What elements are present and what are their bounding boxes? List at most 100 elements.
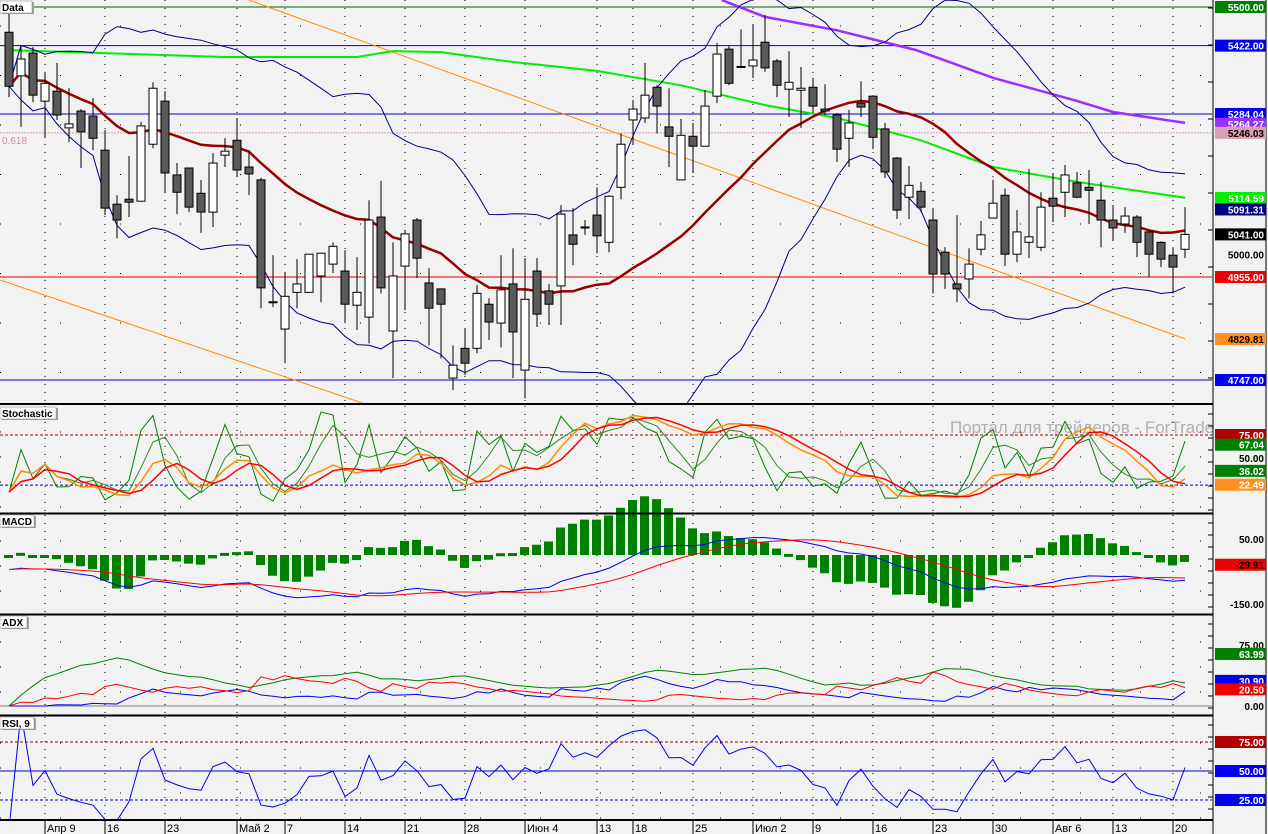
candle-bullish[interactable]: [1180, 233, 1190, 250]
candle-bullish[interactable]: [784, 81, 794, 90]
candle-bullish[interactable]: [604, 195, 614, 243]
candle-bearish[interactable]: [928, 219, 938, 275]
candle-bullish[interactable]: [388, 275, 398, 332]
candle-bullish[interactable]: [280, 295, 290, 330]
candle-bearish[interactable]: [160, 100, 170, 174]
candle-bearish[interactable]: [760, 41, 770, 69]
candle-bullish[interactable]: [676, 134, 686, 181]
candle-bearish[interactable]: [52, 90, 62, 116]
candle-bearish[interactable]: [100, 149, 110, 209]
candle-bullish[interactable]: [328, 245, 338, 265]
candle-bearish[interactable]: [1000, 194, 1010, 255]
candle-bearish[interactable]: [76, 110, 86, 133]
candle-bearish[interactable]: [724, 48, 734, 84]
candle-bearish[interactable]: [808, 86, 818, 107]
candle-bullish[interactable]: [1060, 174, 1070, 193]
candle-bearish[interactable]: [88, 115, 98, 139]
candle-bullish[interactable]: [496, 289, 506, 324]
candle-bullish[interactable]: [520, 298, 530, 371]
candle-bearish[interactable]: [112, 203, 122, 221]
candle-bearish[interactable]: [1048, 197, 1058, 207]
candle-bearish[interactable]: [592, 214, 602, 237]
candle-bearish[interactable]: [412, 219, 422, 259]
candle-bearish[interactable]: [1096, 199, 1106, 221]
candle-bearish[interactable]: [376, 216, 386, 289]
candle-bullish[interactable]: [1024, 236, 1034, 243]
candle-bullish[interactable]: [136, 125, 146, 202]
candle-bullish[interactable]: [748, 59, 758, 67]
candle-bearish[interactable]: [4, 31, 14, 87]
candle-bearish[interactable]: [1132, 216, 1142, 243]
candle-bearish[interactable]: [1144, 231, 1154, 255]
candle-bullish[interactable]: [988, 202, 998, 219]
candle-bullish[interactable]: [64, 123, 74, 129]
candle-bullish[interactable]: [472, 292, 482, 349]
candle-bullish[interactable]: [1012, 231, 1022, 255]
candle-bearish[interactable]: [664, 126, 674, 137]
candle-bearish[interactable]: [436, 288, 446, 305]
candle-bullish[interactable]: [400, 233, 410, 267]
candle-bullish[interactable]: [964, 263, 974, 280]
candle-bullish[interactable]: [16, 58, 26, 77]
candle-bearish[interactable]: [424, 282, 434, 309]
candle-bearish[interactable]: [892, 157, 902, 211]
candle-bearish[interactable]: [460, 347, 470, 364]
candle-bearish[interactable]: [544, 290, 554, 305]
candle-bullish[interactable]: [1036, 206, 1046, 248]
candle-bearish[interactable]: [832, 114, 842, 150]
candle-bearish[interactable]: [880, 128, 890, 173]
candle-bearish[interactable]: [1072, 182, 1082, 198]
candle-bullish[interactable]: [844, 122, 854, 139]
candle-bullish[interactable]: [700, 105, 710, 147]
candle-bearish[interactable]: [124, 198, 134, 203]
candle-bearish[interactable]: [244, 166, 254, 175]
candle-bullish[interactable]: [316, 252, 326, 277]
candle-bearish[interactable]: [484, 303, 494, 323]
trading-chart[interactable]: Портал для трейдеров - ForTrader.ru 0.61…: [0, 0, 1268, 834]
candle-bearish[interactable]: [652, 86, 662, 107]
candle-bullish[interactable]: [304, 253, 314, 293]
candle-bullish[interactable]: [640, 94, 650, 119]
candle-bearish[interactable]: [508, 283, 518, 333]
candle-bullish[interactable]: [208, 162, 218, 213]
candle-bearish[interactable]: [772, 60, 782, 86]
candle-bearish[interactable]: [532, 270, 542, 315]
candle-bearish[interactable]: [1156, 241, 1166, 260]
candle-bullish[interactable]: [976, 234, 986, 250]
candle-bullish[interactable]: [352, 291, 362, 306]
candle-bullish[interactable]: [796, 87, 806, 91]
candle-bullish[interactable]: [616, 143, 626, 188]
candle-bullish[interactable]: [148, 87, 158, 145]
candle-bullish[interactable]: [448, 364, 458, 379]
candle-bearish[interactable]: [580, 226, 590, 229]
candle-bearish[interactable]: [952, 283, 962, 290]
candle-bearish[interactable]: [736, 65, 746, 68]
candle-bearish[interactable]: [172, 174, 182, 193]
candle-bearish[interactable]: [1168, 254, 1178, 268]
candle-bullish[interactable]: [364, 219, 374, 318]
candle-bearish[interactable]: [1084, 186, 1094, 191]
candle-bullish[interactable]: [220, 150, 230, 156]
candle-bearish[interactable]: [28, 52, 38, 96]
candle-bearish[interactable]: [256, 179, 266, 289]
candle-bearish[interactable]: [268, 301, 278, 304]
candle-bearish[interactable]: [340, 270, 350, 305]
candle-bullish[interactable]: [1120, 215, 1130, 225]
candle-bearish[interactable]: [196, 192, 206, 213]
candle-bearish[interactable]: [820, 108, 830, 112]
candle-bullish[interactable]: [904, 184, 914, 198]
candle-bearish[interactable]: [868, 95, 878, 138]
candle-bearish[interactable]: [232, 139, 242, 171]
candle-bearish[interactable]: [184, 167, 194, 208]
candle-bullish[interactable]: [292, 283, 302, 293]
candle-bullish[interactable]: [556, 213, 566, 287]
candle-bearish[interactable]: [916, 190, 926, 208]
candle-bullish[interactable]: [628, 108, 638, 121]
candle-bearish[interactable]: [856, 102, 866, 108]
candle-bearish[interactable]: [568, 234, 578, 245]
candle-bullish[interactable]: [712, 53, 722, 97]
candle-bearish[interactable]: [1108, 219, 1118, 229]
candle-bearish[interactable]: [688, 135, 698, 147]
candle-bearish[interactable]: [940, 251, 950, 275]
candle-bullish[interactable]: [40, 82, 50, 102]
